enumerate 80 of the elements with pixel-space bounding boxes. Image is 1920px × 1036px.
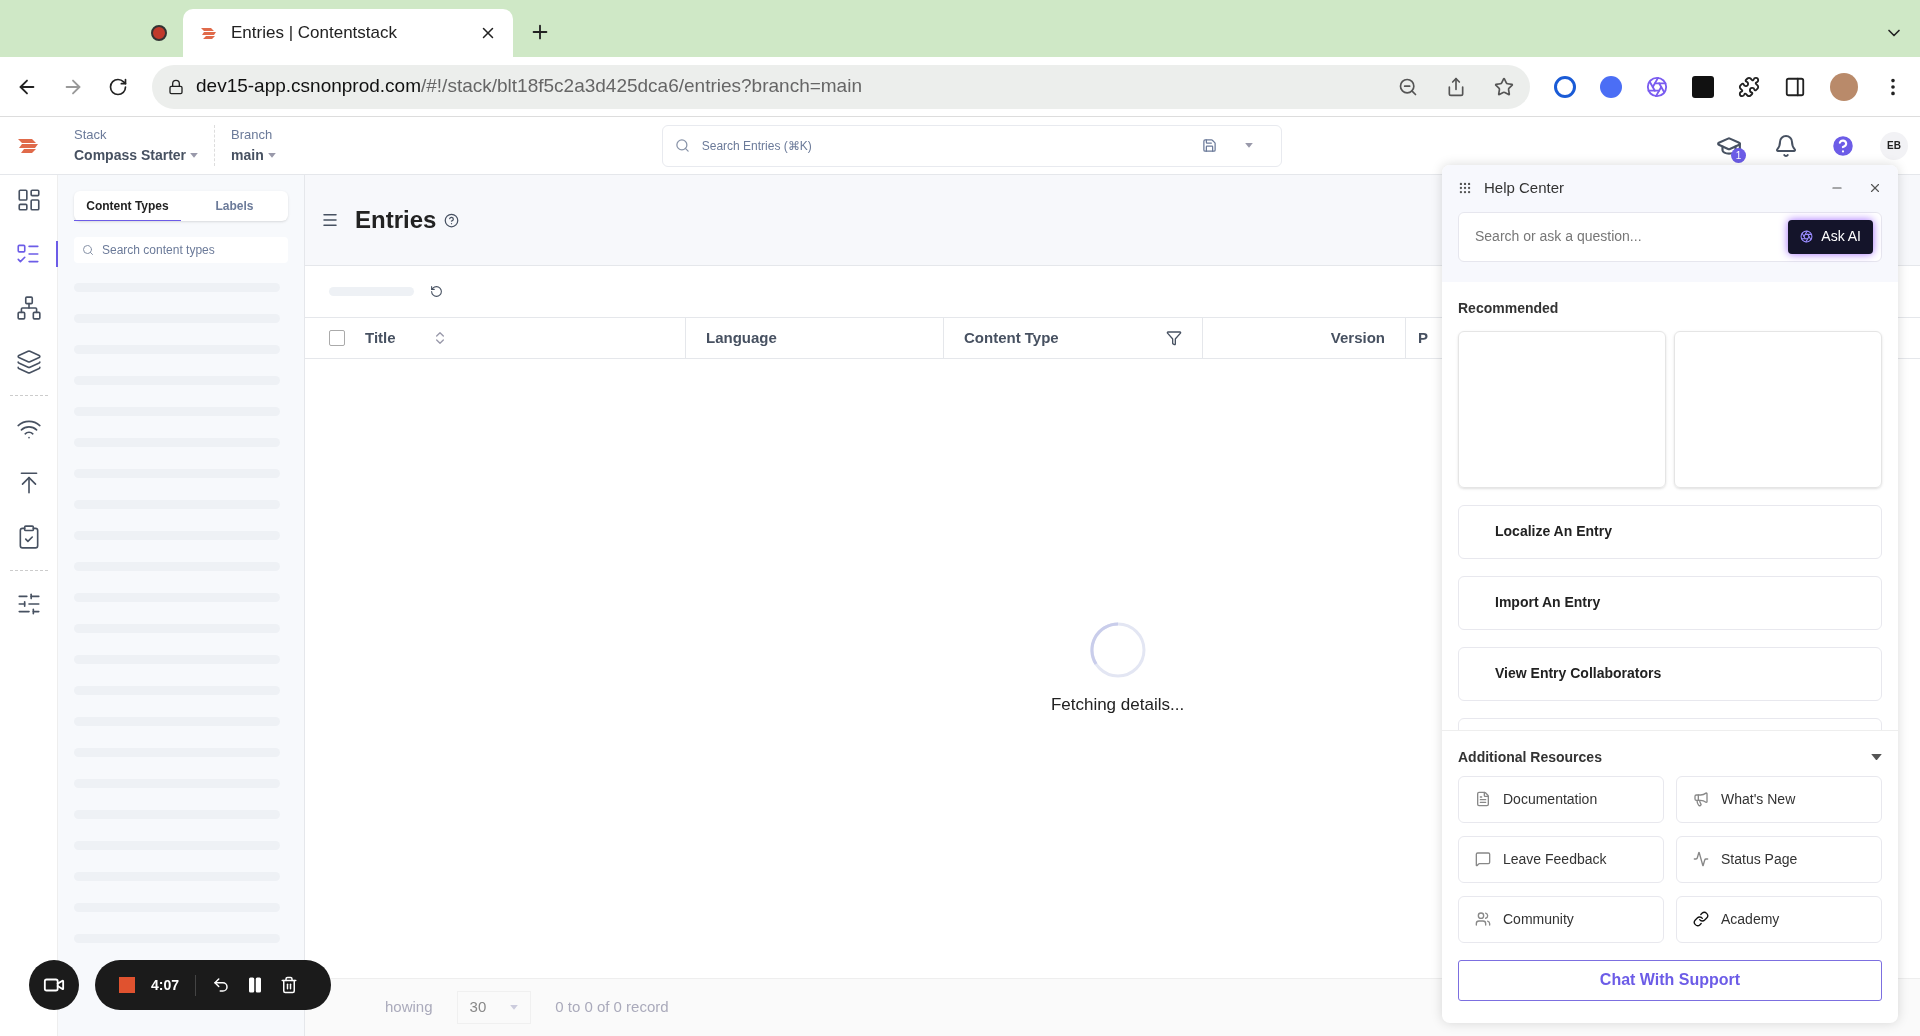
caret-icon[interactable] <box>267 152 276 158</box>
caret-icon <box>1871 753 1882 761</box>
section-title: Recommended <box>1458 298 1560 318</box>
resource-link[interactable]: Documentation <box>1458 775 1664 823</box>
panel-title: Help Center <box>1484 178 1566 198</box>
grip-icon[interactable] <box>1458 181 1472 196</box>
user-avatar[interactable]: EB <box>1880 131 1908 160</box>
search-placeholder: Search content types <box>102 242 215 259</box>
article-link[interactable]: Localize An Entry <box>1458 504 1882 559</box>
tab-title: Entries | Contentstack <box>231 22 398 45</box>
column-header: Version <box>1330 327 1385 348</box>
search-entries-field[interactable]: Search Entries (⌘K) <box>661 124 1282 167</box>
bookmark-star-icon[interactable] <box>1494 76 1514 97</box>
notification-badge: 1 <box>1731 147 1746 163</box>
stack-selector[interactable]: Compass Starter <box>74 144 199 166</box>
chat-support-button[interactable]: Chat With Support <box>1458 959 1882 1001</box>
caret-icon[interactable] <box>190 152 199 158</box>
filter-icon[interactable] <box>1166 330 1182 346</box>
column-header: Content Type <box>964 327 1059 348</box>
article-link[interactable]: Import An Entry <box>1458 575 1882 630</box>
ask-ai-button[interactable]: Ask AI <box>1788 219 1873 254</box>
notification-bell-icon[interactable] <box>1774 133 1798 158</box>
undo-icon[interactable] <box>212 976 231 994</box>
dashboard-icon <box>15 187 42 213</box>
caret-icon[interactable] <box>1244 143 1253 148</box>
lock-icon <box>168 78 184 95</box>
url-text: dev15-app.csnonprod.com/#!/stack/blt18f5c2a3d425dca6/entries?branch=main <box>196 74 863 99</box>
extensions-icon[interactable] <box>1738 75 1760 98</box>
reload-icon[interactable] <box>108 76 128 97</box>
record-count: 0 to 0 of 0 record <box>555 997 669 1018</box>
search-placeholder: Search Entries (⌘K) <box>701 137 813 155</box>
article-link[interactable]: View Entry Collaborators <box>1458 646 1882 701</box>
collapse-caret-icon[interactable] <box>1871 753 1882 761</box>
stack-label: Stack <box>74 126 108 145</box>
megaphone-icon <box>1693 791 1709 807</box>
loading-text: Fetching details... <box>1050 693 1185 716</box>
select-all-checkbox[interactable] <box>329 330 345 346</box>
content-type-search-field[interactable]: Search content types <box>74 237 288 263</box>
zoom-out-icon[interactable] <box>1398 76 1418 97</box>
link-icon <box>1693 911 1709 927</box>
save-icon[interactable] <box>1201 138 1217 153</box>
section-title: Additional Resources <box>1458 747 1602 767</box>
logo-icon <box>199 25 219 41</box>
showing-label: howing <box>385 997 433 1018</box>
refresh-icon[interactable] <box>430 285 443 298</box>
column-header: P <box>1418 327 1428 348</box>
search-icon <box>82 244 94 256</box>
side-panel-icon[interactable] <box>1784 75 1806 98</box>
message-icon <box>1475 851 1491 867</box>
branch-selector[interactable]: main <box>231 144 276 166</box>
page-size-select[interactable]: 30 <box>456 991 532 1024</box>
layers-icon <box>15 349 42 375</box>
help-search-field[interactable]: Search or ask a question... Ask AI <box>1458 211 1882 262</box>
resource-link[interactable]: Status Page <box>1676 835 1882 883</box>
search-icon <box>674 138 690 153</box>
browser-tab[interactable]: Entries | Contentstack <box>183 9 513 57</box>
people-icon <box>1475 911 1491 927</box>
resource-link[interactable]: Leave Feedback <box>1458 835 1664 883</box>
address-field[interactable]: dev15-app.csnonprod.com/#!/stack/blt18f5c2a3d425dca6/entries?branch=main <box>152 64 1530 109</box>
trash-icon[interactable] <box>280 976 299 994</box>
sliders-icon <box>15 591 42 617</box>
profile-avatar[interactable] <box>1830 72 1858 101</box>
resource-link[interactable]: What's New <box>1676 775 1882 823</box>
column-header: Language <box>706 327 777 348</box>
share-icon[interactable] <box>1446 76 1466 97</box>
page-title: Entries <box>355 205 437 235</box>
column-header: Title <box>365 327 396 348</box>
resource-link[interactable]: Community <box>1458 895 1664 943</box>
panel-tab[interactable]: Content Types <box>74 191 181 221</box>
panel-tab[interactable]: Labels <box>181 191 288 221</box>
help-icon[interactable] <box>444 212 460 228</box>
camera-button[interactable] <box>29 960 79 1010</box>
menu-icon[interactable] <box>321 211 339 229</box>
document-icon <box>1475 791 1491 807</box>
search-placeholder: Search or ask a question... <box>1475 227 1643 246</box>
recording-time: 4:07 <box>151 974 197 996</box>
branch-label: Branch <box>231 126 274 145</box>
pulse-icon <box>1693 851 1709 867</box>
hierarchy-icon <box>15 295 42 321</box>
resource-link[interactable]: Academy <box>1676 895 1882 943</box>
